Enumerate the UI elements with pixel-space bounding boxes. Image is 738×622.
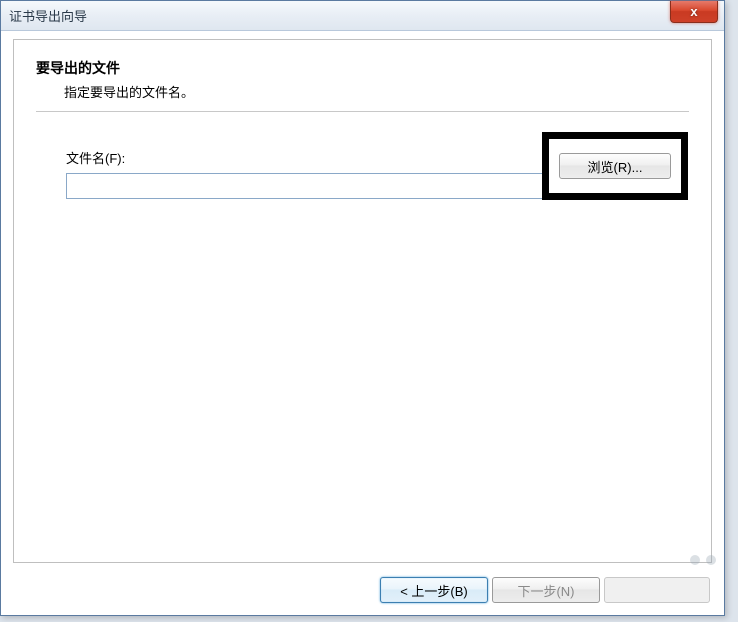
decor-dots [690,555,718,569]
close-icon: x [690,4,697,19]
separator [36,111,689,112]
browse-highlight-box: 浏览(R)... [542,132,688,200]
titlebar: 证书导出向导 x [1,1,724,31]
input-row: 浏览(R)... [66,173,689,199]
page-subheading: 指定要导出的文件名。 [64,82,689,101]
page-heading: 要导出的文件 [36,58,689,78]
window-title: 证书导出向导 [9,6,87,25]
footer-buttons: < 上一步(B) 下一步(N) [380,577,710,603]
wizard-window: 证书导出向导 x 要导出的文件 指定要导出的文件名。 文件名(F): 浏览(R)… [0,0,725,616]
filename-field-row: 文件名(F): 浏览(R)... [66,148,689,199]
next-button[interactable]: 下一步(N) [492,577,600,603]
content-panel: 要导出的文件 指定要导出的文件名。 文件名(F): 浏览(R)... [13,39,712,563]
close-button[interactable]: x [670,1,718,23]
blank-button-placeholder [604,577,710,603]
filename-input[interactable] [66,173,544,199]
browse-button[interactable]: 浏览(R)... [559,153,671,179]
back-button[interactable]: < 上一步(B) [380,577,488,603]
